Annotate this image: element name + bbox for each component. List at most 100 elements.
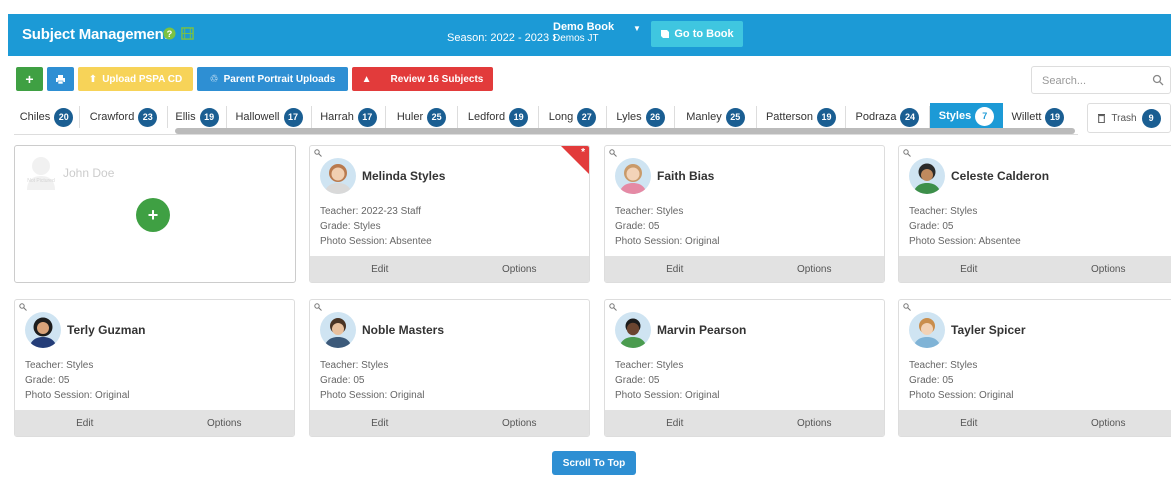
search-input[interactable]: Search... xyxy=(1031,66,1171,94)
subject-name: Marvin Pearson xyxy=(657,323,747,337)
subject-card: * Melinda Styles Teacher: 2022-23 Staff G… xyxy=(309,145,590,283)
subject-card: Noble Masters Teacher: Styles Grade: 05 Ph… xyxy=(309,299,590,437)
options-button[interactable]: Options xyxy=(450,256,590,282)
subject-info: Teacher: Styles Grade: 05 Photo Session: O… xyxy=(25,360,130,401)
options-button[interactable]: Options xyxy=(450,410,590,436)
zoom-icon[interactable] xyxy=(314,149,322,157)
go-to-book-button[interactable]: Go to Book xyxy=(651,21,743,47)
subject-name: Melinda Styles xyxy=(362,169,446,183)
tab-manley[interactable]: Manley 25 xyxy=(675,106,757,128)
tabs-scrollbar[interactable] xyxy=(175,128,1075,134)
zoom-icon[interactable] xyxy=(609,149,617,157)
zoom-icon[interactable] xyxy=(903,149,911,157)
avatar xyxy=(25,312,61,348)
help-icon[interactable]: ? xyxy=(163,27,176,40)
options-button[interactable]: Options xyxy=(745,256,885,282)
subject-card: Faith Bias Teacher: Styles Grade: 05 Photo… xyxy=(604,145,885,283)
subject-info: Teacher: Styles Grade: 05 Photo Session: O… xyxy=(615,360,720,401)
subject-info: Teacher: Styles Grade: 05 Photo Session: O… xyxy=(615,206,720,247)
card-footer: Edit Options xyxy=(899,410,1171,436)
options-button[interactable]: Options xyxy=(1039,410,1171,436)
toolbar: + ⬆ Upload PSPA CD ♲ Parent Portrait Uploa… xyxy=(16,67,497,91)
avatar xyxy=(320,312,356,348)
subject-name: Celeste Calderon xyxy=(951,169,1050,183)
tab-chiles[interactable]: Chiles 20 xyxy=(14,106,80,128)
tab-lyles[interactable]: Lyles 26 xyxy=(607,106,675,128)
avatar xyxy=(615,312,651,348)
subject-name: Tayler Spicer xyxy=(951,323,1026,337)
tab-ledford[interactable]: Ledford 19 xyxy=(458,106,539,128)
parent-portrait-uploads-button[interactable]: ♲ Parent Portrait Uploads xyxy=(197,67,348,91)
avatar xyxy=(320,158,356,194)
zoom-icon[interactable] xyxy=(314,303,322,311)
subject-card: Tayler Spicer Teacher: Styles Grade: 05 Ph… xyxy=(898,299,1171,437)
edit-button[interactable]: Edit xyxy=(899,410,1039,436)
scroll-to-top-button[interactable]: Scroll To Top xyxy=(552,451,636,475)
subject-info: Teacher: Styles Grade: 05 Photo Session: O… xyxy=(320,360,425,401)
tab-long[interactable]: Long 27 xyxy=(539,106,607,128)
zoom-icon[interactable] xyxy=(19,303,27,311)
edit-button[interactable]: Edit xyxy=(15,410,155,436)
subject-card: Celeste Calderon Teacher: Styles Grade: 0… xyxy=(898,145,1171,283)
warning-icon: ▲ xyxy=(361,73,372,85)
search-icon[interactable] xyxy=(1152,74,1164,86)
svg-text:?: ? xyxy=(167,29,173,39)
tab-harrah[interactable]: Harrah 17 xyxy=(312,106,386,128)
add-subject-plus-button[interactable]: + xyxy=(136,198,170,232)
edit-button[interactable]: Edit xyxy=(310,410,450,436)
tab-crawford[interactable]: Crawford 23 xyxy=(80,106,168,128)
svg-text:Not Pictured: Not Pictured xyxy=(27,178,55,184)
tab-patterson[interactable]: Patterson 19 xyxy=(757,106,846,128)
flag-star: * xyxy=(581,147,585,158)
caret-down-icon[interactable]: ▼ xyxy=(633,24,641,33)
zoom-icon[interactable] xyxy=(903,303,911,311)
upload-pspa-button[interactable]: ⬆ Upload PSPA CD xyxy=(78,67,193,91)
edit-button[interactable]: Edit xyxy=(605,256,745,282)
print-button[interactable] xyxy=(47,67,74,91)
add-subject-button[interactable]: + xyxy=(16,67,43,91)
book-icon xyxy=(661,30,670,38)
app-header: Subject Management ? Season: 2022 - 2023… xyxy=(8,14,1171,56)
print-icon xyxy=(56,74,65,84)
card-footer: Edit Options xyxy=(605,256,884,282)
card-footer: Edit Options xyxy=(310,256,589,282)
subject-name: Faith Bias xyxy=(657,169,715,183)
tab-ellis[interactable]: Ellis 19 xyxy=(168,106,227,128)
add-subject-card: Not Pictured John Doe + xyxy=(14,145,296,283)
avatar xyxy=(909,158,945,194)
edit-button[interactable]: Edit xyxy=(605,410,745,436)
options-button[interactable]: Options xyxy=(1039,256,1171,282)
film-icon[interactable] xyxy=(181,27,194,40)
tab-podraza[interactable]: Podraza 24 xyxy=(846,106,930,128)
review-subjects-button[interactable]: ▲ Review 16 Subjects xyxy=(352,67,493,91)
options-button[interactable]: Options xyxy=(155,410,295,436)
avatar xyxy=(909,312,945,348)
subject-info: Teacher: Styles Grade: 05 Photo Session: A… xyxy=(909,206,1021,247)
edit-button[interactable]: Edit xyxy=(899,256,1039,282)
tab-styles[interactable]: Styles 7 xyxy=(930,103,1003,129)
recycle-icon: ♲ xyxy=(209,73,219,85)
card-footer: Edit Options xyxy=(310,410,589,436)
tab-willett[interactable]: Willett 19 xyxy=(1003,106,1073,128)
page-title: Subject Management xyxy=(22,26,169,43)
trash-button[interactable]: Trash 9 xyxy=(1087,103,1171,133)
subject-name: Noble Masters xyxy=(362,323,445,337)
subject-info: Teacher: 2022-23 Staff Grade: Styles Photo… xyxy=(320,206,432,247)
tab-hallowell[interactable]: Hallowell 17 xyxy=(227,106,312,128)
not-pictured-avatar: Not Pictured xyxy=(27,157,55,190)
subject-name: Terly Guzman xyxy=(67,323,146,337)
upload-icon: ⬆ xyxy=(88,73,98,85)
avatar xyxy=(615,158,651,194)
card-footer: Edit Options xyxy=(605,410,884,436)
placeholder-name: John Doe xyxy=(63,166,115,180)
tab-huler[interactable]: Huler 25 xyxy=(386,106,458,128)
subject-card: Terly Guzman Teacher: Styles Grade: 05 Pho… xyxy=(14,299,295,437)
subject-card: Marvin Pearson Teacher: Styles Grade: 05 P… xyxy=(604,299,885,437)
card-footer: Edit Options xyxy=(899,256,1171,282)
trash-icon xyxy=(1098,114,1106,123)
options-button[interactable]: Options xyxy=(745,410,885,436)
book-selector[interactable]: Demo Book Demos JT xyxy=(553,22,614,45)
zoom-icon[interactable] xyxy=(609,303,617,311)
plus-icon: + xyxy=(25,71,34,87)
edit-button[interactable]: Edit xyxy=(310,256,450,282)
